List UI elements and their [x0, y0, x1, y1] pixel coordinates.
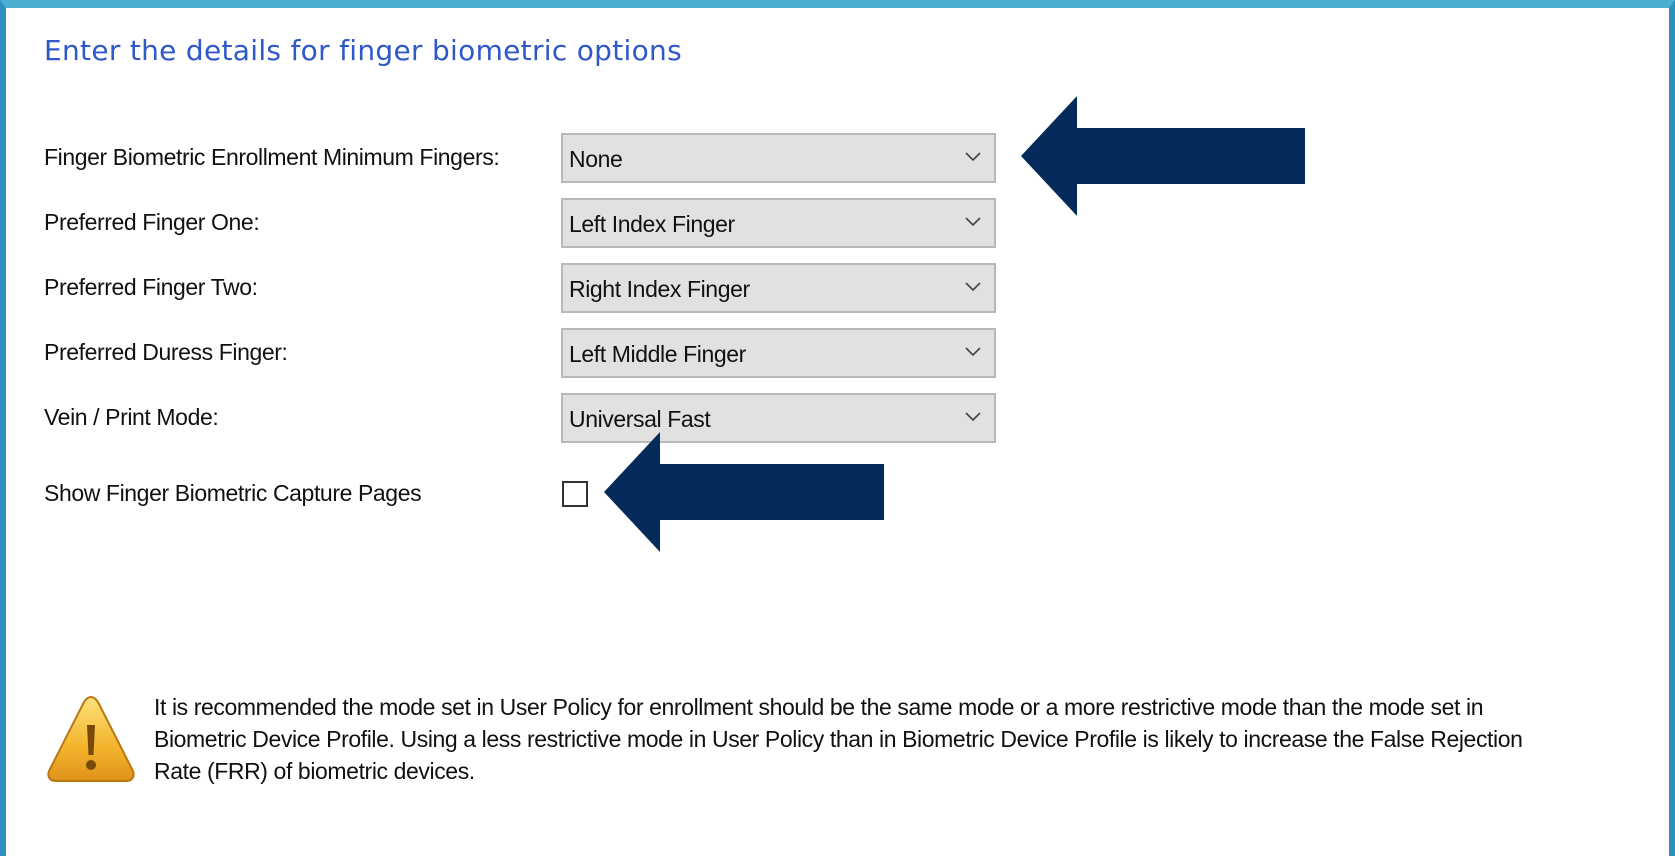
duress-finger-label: Preferred Duress Finger: [44, 339, 288, 365]
show-capture-pages-label: Show Finger Biometric Capture Pages [44, 480, 422, 506]
min-fingers-select[interactable]: None [561, 133, 996, 183]
chevron-down-icon [965, 282, 981, 292]
vein-print-mode-value: Universal Fast [569, 406, 711, 432]
duress-finger-select[interactable]: Left Middle Finger [561, 328, 996, 378]
warning-triangle-icon [47, 695, 135, 782]
preferred-finger-two-value: Right Index Finger [569, 276, 750, 302]
preferred-finger-one-value: Left Index Finger [569, 211, 735, 237]
preferred-finger-two-label: Preferred Finger Two: [44, 274, 258, 300]
min-fingers-value: None [569, 146, 623, 172]
page-title: Enter the details for finger biometric o… [44, 34, 682, 67]
preferred-finger-two-select[interactable]: Right Index Finger [561, 263, 996, 313]
vein-print-mode-label: Vein / Print Mode: [44, 404, 219, 430]
annotation-arrow-icon [604, 432, 884, 552]
chevron-down-icon [965, 412, 981, 422]
duress-finger-value: Left Middle Finger [569, 341, 746, 367]
chevron-down-icon [965, 152, 981, 162]
dialog-frame: Enter the details for finger biometric o… [0, 0, 1675, 856]
chevron-down-icon [965, 347, 981, 357]
annotation-arrow-icon [1021, 96, 1305, 216]
preferred-finger-one-select[interactable]: Left Index Finger [561, 198, 996, 248]
min-fingers-label: Finger Biometric Enrollment Minimum Fing… [44, 144, 500, 170]
warning-message: It is recommended the mode set in User P… [154, 694, 1523, 784]
preferred-finger-one-label: Preferred Finger One: [44, 209, 260, 235]
chevron-down-icon [965, 217, 981, 227]
show-capture-pages-checkbox[interactable] [562, 481, 588, 507]
